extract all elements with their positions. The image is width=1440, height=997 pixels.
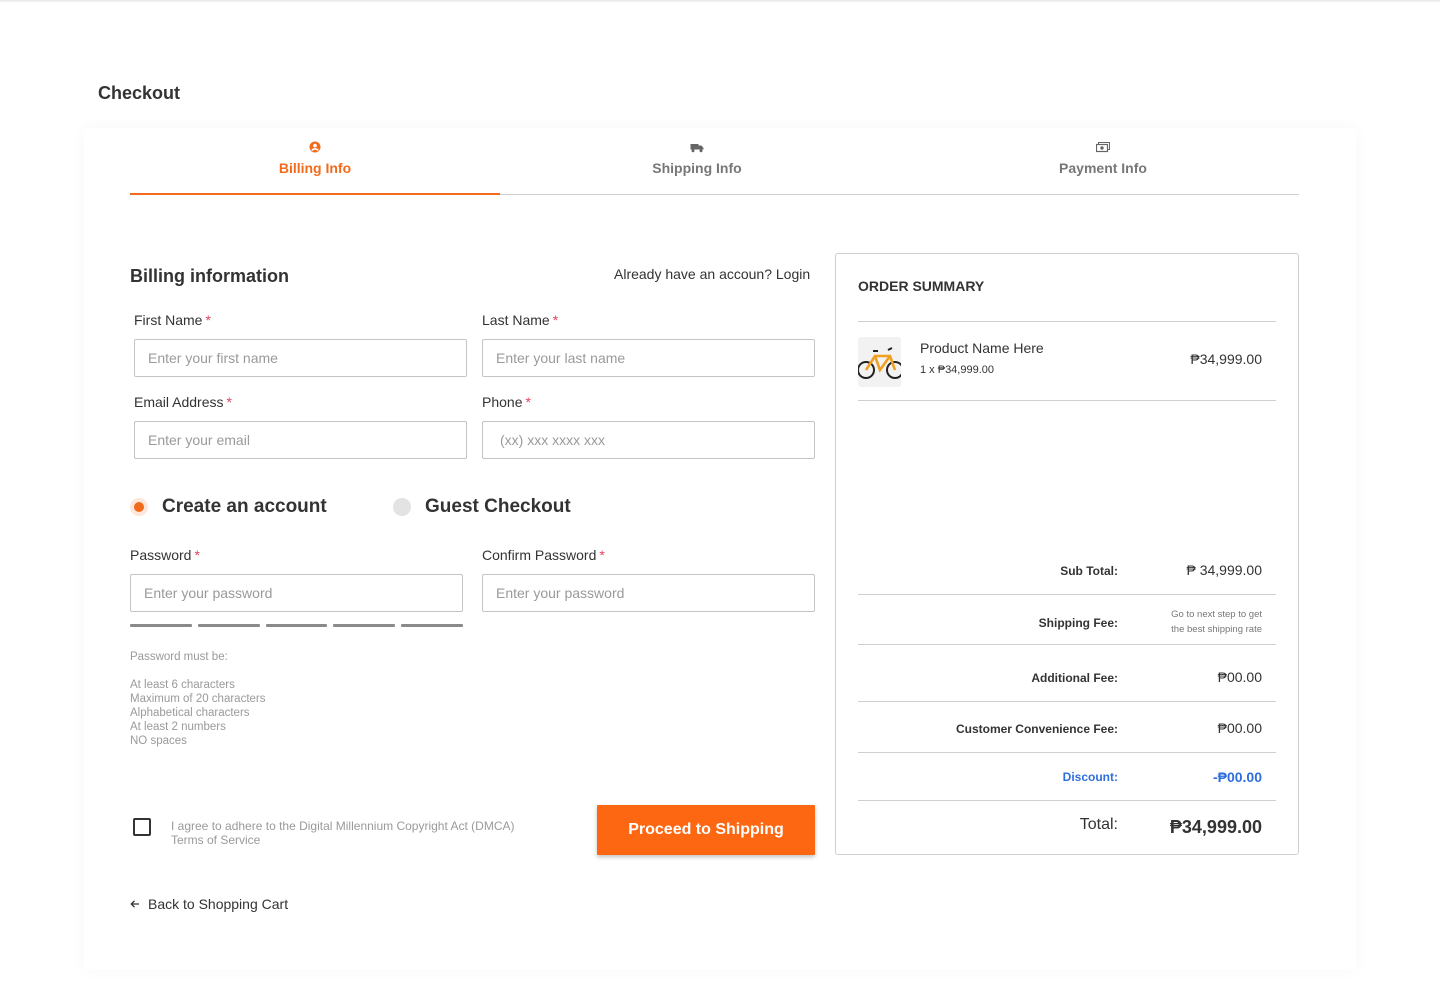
strength-segment (130, 624, 192, 627)
tab-billing-info[interactable]: Billing Info (130, 136, 500, 195)
required-mark: * (194, 547, 200, 563)
strength-segment (333, 624, 396, 627)
password-strength-meter (130, 624, 463, 627)
last-name-input[interactable] (482, 339, 815, 377)
total-value: ₱34,999.00 (1169, 817, 1262, 837)
back-to-cart-label: Back to Shopping Cart (148, 896, 289, 912)
page-title: Checkout (98, 83, 181, 103)
confirm-password-label: Confirm Password * (482, 547, 605, 563)
strength-segment (265, 624, 328, 627)
tab-payment-info[interactable]: Payment Info (894, 136, 1312, 194)
divider (858, 752, 1276, 753)
agreement-text: I agree to adhere to the Digital Millenn… (171, 819, 514, 847)
billing-heading: Billing information (130, 266, 289, 286)
password-rule-item: Alphabetical characters (130, 707, 250, 719)
password-label: Password * (130, 547, 200, 563)
tab-shipping-label: Shipping Info (652, 160, 742, 176)
tab-billing-label: Billing Info (278, 160, 352, 176)
phone-input[interactable] (482, 421, 815, 459)
discount-label: Discount: (1062, 770, 1118, 784)
additional-fee-value: ₱00.00 (1217, 669, 1262, 685)
arrow-left-icon (130, 897, 140, 912)
shipping-fee-note: Go to next step to get the best shipping… (1171, 607, 1262, 637)
login-link[interactable]: Already have an accoun? Login (614, 266, 810, 282)
subtotal-label: Sub Total: (1060, 564, 1118, 578)
checkout-steps: Billing Info Shipping Info Payment Info (130, 136, 1299, 195)
password-input[interactable] (130, 574, 463, 612)
total-label: Total: (1079, 816, 1118, 833)
strength-segment (197, 624, 260, 627)
password-label-text: Password (130, 547, 192, 563)
tab-shipping-info[interactable]: Shipping Info (500, 136, 894, 194)
shipping-fee-label: Shipping Fee: (1038, 616, 1118, 630)
additional-fee-label: Additional Fee: (1031, 671, 1118, 685)
strength-segment (401, 624, 463, 627)
phone-label: Phone * (482, 394, 531, 410)
email-label-text: Email Address (134, 394, 224, 410)
last-name-label: Last Name * (482, 312, 558, 328)
required-mark: * (525, 394, 531, 410)
confirm-password-input[interactable] (482, 574, 815, 612)
last-name-label-text: Last Name (482, 312, 550, 328)
agreement-checkbox[interactable] (133, 818, 151, 836)
discount-value: -₱00.00 (1212, 769, 1262, 785)
tab-payment-label: Payment Info (1059, 160, 1147, 176)
required-mark: * (226, 394, 232, 410)
create-account-label: Create an account (162, 496, 327, 517)
password-rule-item: NO spaces (130, 735, 187, 747)
radio-dot (393, 498, 411, 516)
divider (858, 800, 1276, 801)
divider (858, 644, 1276, 645)
password-rule-item: At least 2 numbers (130, 721, 226, 733)
shipping-note-line: the best shipping rate (1171, 624, 1262, 635)
back-to-cart-link[interactable]: Back to Shopping Cart (130, 896, 288, 912)
proceed-to-shipping-button[interactable]: Proceed to Shipping (597, 805, 815, 855)
first-name-input[interactable] (134, 339, 467, 377)
divider (858, 701, 1276, 702)
guest-checkout-radio[interactable]: Guest Checkout (393, 496, 571, 518)
email-input[interactable] (134, 421, 467, 459)
first-name-label-text: First Name (134, 312, 203, 328)
divider (858, 594, 1276, 595)
terms-of-service-link[interactable]: Terms of Service (171, 833, 514, 847)
subtotal-value: ₱ 34,999.00 (1186, 562, 1262, 578)
required-mark: * (599, 547, 605, 563)
email-label: Email Address * (134, 394, 232, 410)
password-rule-item: Maximum of 20 characters (130, 693, 266, 705)
password-rules: Password must be: At least 6 characters … (130, 650, 266, 748)
radio-dot (130, 498, 148, 516)
confirm-password-label-text: Confirm Password (482, 547, 597, 563)
order-summary: ORDER SUMMARY Product Name Here 1 x ₱34,… (835, 253, 1299, 855)
create-account-radio[interactable]: Create an account (130, 496, 327, 518)
password-rules-title: Password must be: (130, 651, 228, 663)
required-mark: * (552, 312, 559, 328)
top-divider (0, 0, 1440, 3)
phone-label-text: Phone (482, 394, 523, 410)
divider (858, 400, 1276, 401)
shipping-note-line: Go to next step to get (1171, 609, 1262, 620)
user-circle-icon (130, 140, 500, 158)
first-name-label: First Name * (134, 312, 211, 328)
password-rule-item: At least 6 characters (130, 679, 235, 691)
agreement-line: I agree to adhere to the Digital Millenn… (171, 819, 515, 833)
product-quantity: 1 x ₱34,999.00 (920, 364, 995, 376)
required-mark: * (205, 312, 211, 328)
divider (858, 321, 1276, 322)
product-price: ₱34,999.00 (1190, 351, 1262, 367)
truck-icon (500, 140, 894, 158)
guest-checkout-label: Guest Checkout (425, 496, 571, 517)
order-summary-title: ORDER SUMMARY (858, 278, 985, 294)
convenience-fee-value: ₱00.00 (1217, 720, 1262, 736)
product-name: Product Name Here (920, 340, 1044, 356)
cash-icon (894, 140, 1312, 158)
product-thumbnail (858, 337, 901, 387)
convenience-fee-label: Customer Convenience Fee: (955, 722, 1118, 736)
